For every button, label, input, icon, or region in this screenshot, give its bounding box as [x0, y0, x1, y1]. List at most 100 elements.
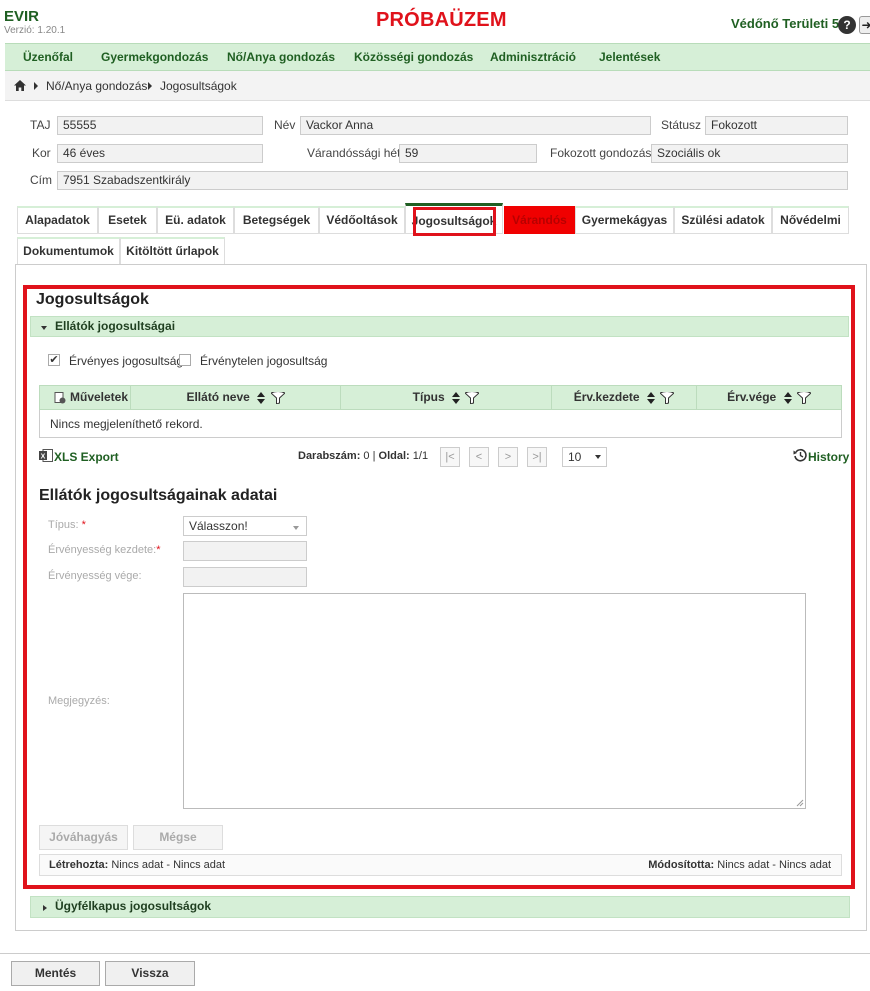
megjegyzes-label: Megjegyzés: [48, 695, 110, 707]
history-button[interactable]: History [808, 450, 849, 464]
approve-button[interactable]: Jóváhagyás [39, 825, 128, 850]
tipus-label: Típus: * [48, 519, 86, 531]
cancel-button[interactable]: Mégse [133, 825, 223, 850]
nav-no-anya-gondozas[interactable]: Nő/Anya gondozás [227, 50, 335, 64]
section-title: Jogosultságok [36, 291, 149, 308]
tab-esetek[interactable]: Esetek [98, 206, 157, 234]
count-label: Darabszám: [298, 450, 361, 462]
tab-varandos[interactable]: Várandós [504, 206, 575, 234]
sort-icon[interactable] [452, 391, 460, 404]
kezdete-label: Érvényesség kezdete:* [48, 544, 161, 556]
invalid-checkbox-label: Érvénytelen jogosultság [200, 354, 328, 368]
taj-label: TAJ [30, 118, 51, 132]
nav-jelentesek[interactable]: Jelentések [599, 50, 660, 64]
megjegyzes-textarea[interactable] [183, 593, 806, 809]
tipus-select[interactable]: Válasszon! [183, 516, 307, 536]
col-erv-kezdete[interactable]: Érv.kezdete [552, 386, 697, 409]
col-muveletek: Műveletek [40, 386, 131, 409]
back-button[interactable]: Vissza [105, 961, 195, 986]
created-value: Nincs adat - Nincs adat [111, 859, 226, 871]
grid-header: Műveletek Ellátó neve Típus Érv.kezdete … [39, 385, 842, 410]
app-version: Verzió: 1.20.1 [4, 25, 66, 36]
sort-icon[interactable] [257, 391, 266, 404]
breadcrumb-arrow-icon [34, 82, 38, 90]
tipus-label-text: Típus: [48, 519, 79, 531]
xls-export-button[interactable]: XLS Export [54, 450, 119, 464]
resize-handle-icon[interactable] [796, 799, 804, 807]
save-button[interactable]: Mentés [11, 961, 100, 986]
detail-title: Ellátók jogosultságainak adatai [39, 487, 278, 504]
chevron-right-icon [43, 905, 47, 911]
tab-kitoltott-urlapok[interactable]: Kitöltött űrlapok [120, 237, 225, 265]
prev-page-button[interactable]: < [469, 447, 489, 467]
breadcrumb: Nő/Anya gondozás Jogosultságok [5, 71, 870, 101]
history-icon[interactable] [793, 448, 807, 462]
invalid-checkbox[interactable] [179, 354, 191, 366]
nav-kozossegi-gondozas[interactable]: Közösségi gondozás [354, 50, 473, 64]
enhanced-care-field: Szociális ok [651, 144, 848, 163]
main-nav: Üzenőfal Gyermekgondozás Nő/Anya gondozá… [5, 43, 870, 71]
breadcrumb-item-current: Jogosultságok [160, 79, 237, 93]
first-page-button[interactable]: |< [440, 447, 460, 467]
tab-novedelmi[interactable]: Nővédelmi [772, 206, 849, 234]
col-muveletek-label: Műveletek [70, 390, 129, 404]
kezdete-input[interactable] [183, 541, 307, 561]
logout-icon[interactable]: ➜ [859, 16, 870, 34]
filter-icon[interactable] [660, 391, 675, 404]
tab-vedooltasok[interactable]: Védőoltások [319, 206, 405, 234]
col-tipus[interactable]: Típus [341, 386, 552, 409]
modified-value: Nincs adat - Nincs adat [717, 859, 831, 871]
nav-gyermekgondozas[interactable]: Gyermekgondozás [101, 50, 208, 64]
modified-label: Módosította: [648, 859, 715, 871]
home-icon[interactable] [14, 80, 26, 91]
excel-icon[interactable]: X [39, 449, 53, 462]
grid-body: Nincs megjeleníthető rekord. [39, 410, 842, 438]
tab-eu-adatok[interactable]: Eü. adatok [157, 206, 234, 234]
filter-icon[interactable] [796, 391, 811, 404]
page-size-select[interactable]: 10 [562, 447, 607, 467]
grid-empty-message: Nincs megjeleníthető rekord. [50, 417, 203, 431]
tab-alapadatok[interactable]: Alapadatok [17, 206, 98, 234]
status-label: Státusz [661, 118, 702, 132]
nav-adminisztracio[interactable]: Adminisztráció [490, 50, 576, 64]
modified-info: Módosította: Nincs adat - Nincs adat [648, 859, 831, 871]
tab-betegsegek[interactable]: Betegségek [234, 206, 319, 234]
age-field: 46 éves [57, 144, 263, 163]
valid-checkbox[interactable]: ✔ [48, 354, 60, 366]
taj-field: 55555 [57, 116, 263, 135]
next-page-button[interactable]: > [498, 447, 518, 467]
caret-down-icon [293, 526, 299, 530]
col-erv-kezdete-label: Érv.kezdete [573, 390, 640, 404]
test-environment-banner: PRÓBAÜZEM [376, 9, 507, 31]
help-icon[interactable]: ? [838, 16, 856, 34]
accordion-title: Ügyfélkapus jogosultságok [55, 899, 212, 913]
col-ellato-neve[interactable]: Ellátó neve [131, 386, 341, 409]
address-label: Cím [30, 173, 52, 187]
last-page-button[interactable]: >| [527, 447, 547, 467]
nav-uzenofal[interactable]: Üzenőfal [23, 50, 73, 64]
sort-icon[interactable] [783, 391, 792, 404]
breadcrumb-item-no-anya[interactable]: Nő/Anya gondozás [46, 79, 147, 93]
vege-input[interactable] [183, 567, 307, 587]
audit-bar: Létrehozta: Nincs adat - Nincs adat Módo… [39, 854, 842, 876]
age-label: Kor [32, 146, 51, 160]
valid-checkbox-label: Érvényes jogosultság [69, 354, 184, 368]
required-marker: * [156, 544, 161, 556]
tab-dokumentumok[interactable]: Dokumentumok [17, 237, 120, 265]
tab-highlight-box [413, 207, 496, 236]
required-marker: * [81, 519, 86, 531]
vege-label: Érvényesség vége: [48, 570, 142, 582]
created-info: Létrehozta: Nincs adat - Nincs adat [49, 859, 225, 871]
accordion-ugyfelkapus[interactable]: Ügyfélkapus jogosultságok [30, 896, 850, 918]
accordion-ellatok-jogosultsagai[interactable]: Ellátók jogosultságai [30, 316, 849, 337]
filter-icon[interactable] [465, 391, 480, 404]
col-tipus-label: Típus [412, 390, 445, 404]
sort-icon[interactable] [646, 391, 655, 404]
chevron-down-icon [41, 326, 47, 330]
app-name: EVIR [4, 8, 40, 25]
user-name: Védőnő Területi 5 [731, 16, 840, 31]
tab-szulesi-adatok[interactable]: Szülési adatok [674, 206, 772, 234]
col-erv-vege[interactable]: Érv.vége [697, 386, 841, 409]
filter-icon[interactable] [270, 391, 285, 404]
tab-gyermekagyas[interactable]: Gyermekágyas [575, 206, 674, 234]
